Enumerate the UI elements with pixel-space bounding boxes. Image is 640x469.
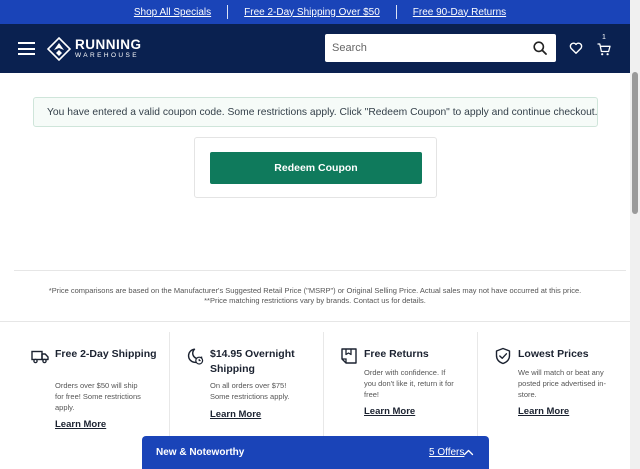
feature-description: Orders over $50 will ship for free! Some… bbox=[55, 381, 141, 413]
redeem-coupon-button[interactable]: Redeem Coupon bbox=[210, 152, 422, 184]
coupon-card: Redeem Coupon bbox=[194, 137, 437, 198]
logo-mark-icon bbox=[47, 37, 71, 61]
section-divider bbox=[14, 270, 626, 271]
logo-word-running: RUNNING bbox=[75, 37, 142, 52]
search-icon[interactable] bbox=[533, 41, 547, 55]
feature-description: On all orders over $75! Some restriction… bbox=[210, 381, 290, 402]
page-scrollbar[interactable] bbox=[630, 0, 640, 469]
search-box bbox=[325, 34, 556, 62]
chevron-up-icon[interactable] bbox=[463, 447, 474, 458]
offers-link[interactable]: 5 Offers bbox=[429, 447, 464, 458]
promo-divider bbox=[395, 5, 397, 19]
site-header: RUNNING WAREHOUSE 1 bbox=[0, 24, 640, 73]
feature-title: Free Returns bbox=[364, 348, 429, 360]
return-box-icon bbox=[341, 348, 357, 364]
hamburger-menu-icon[interactable] bbox=[18, 42, 35, 55]
feature-title: $14.95 Overnight Shipping bbox=[210, 348, 295, 375]
learn-more-link[interactable]: Learn More bbox=[364, 406, 415, 417]
promo-divider bbox=[227, 5, 229, 19]
learn-more-link[interactable]: Learn More bbox=[210, 409, 261, 420]
moon-clock-icon bbox=[187, 348, 204, 365]
logo-word-warehouse: WAREHOUSE bbox=[75, 52, 139, 59]
feature-title: Lowest Prices bbox=[518, 348, 589, 360]
cart-button[interactable]: 1 bbox=[597, 34, 613, 57]
cart-icon bbox=[597, 43, 611, 56]
truck-icon bbox=[31, 350, 49, 364]
feature-description: Order with confidence. If you don't like… bbox=[364, 368, 454, 400]
feature-title: Free 2-Day Shipping bbox=[55, 348, 157, 360]
shield-check-icon bbox=[495, 347, 511, 365]
promo-bar: Shop All Specials Free 2-Day Shipping Ov… bbox=[0, 0, 640, 24]
feature-lowest-prices: Lowest Prices We will match or beat any … bbox=[494, 322, 628, 469]
coupon-notice: You have entered a valid coupon code. So… bbox=[33, 97, 598, 127]
feature-description: We will match or beat any posted price a… bbox=[518, 368, 606, 400]
heart-icon[interactable] bbox=[569, 41, 583, 55]
free-returns-link[interactable]: Free 90-Day Returns bbox=[397, 7, 522, 18]
free-shipping-link[interactable]: Free 2-Day Shipping Over $50 bbox=[228, 7, 396, 18]
learn-more-link[interactable]: Learn More bbox=[518, 406, 569, 417]
shop-all-specials-link[interactable]: Shop All Specials bbox=[118, 7, 227, 18]
learn-more-link[interactable]: Learn More bbox=[55, 419, 106, 430]
search-input[interactable] bbox=[325, 34, 515, 62]
price-comparison-disclaimer: *Price comparisons are based on the Manu… bbox=[48, 286, 582, 295]
coupon-notice-text: You have entered a valid coupon code. So… bbox=[47, 106, 598, 118]
price-matching-disclaimer: **Price matching restrictions vary by br… bbox=[204, 296, 426, 305]
new-noteworthy-panel[interactable]: New & Noteworthy 5 Offers bbox=[142, 436, 489, 469]
cart-count-badge: 1 bbox=[602, 34, 606, 41]
running-warehouse-logo[interactable]: RUNNING WAREHOUSE bbox=[47, 37, 142, 61]
new-noteworthy-title: New & Noteworthy bbox=[156, 447, 245, 458]
scrollbar-thumb[interactable] bbox=[632, 72, 638, 214]
